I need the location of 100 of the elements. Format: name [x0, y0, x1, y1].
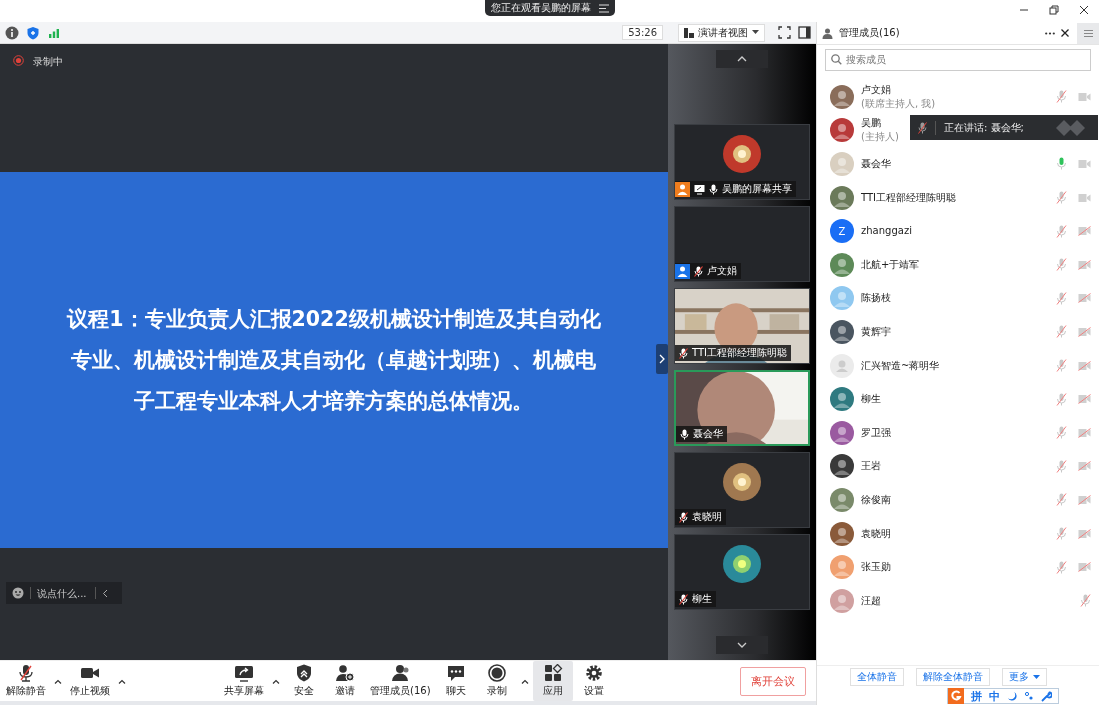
mute-control-button[interactable]: 全体静音	[850, 668, 904, 686]
muted-mic-icon[interactable]	[1080, 594, 1091, 608]
camera-off-icon[interactable]	[1078, 326, 1091, 337]
caret-icon[interactable]	[118, 678, 126, 684]
muted-mic-icon[interactable]	[1056, 191, 1067, 205]
camera-off-icon[interactable]	[1078, 494, 1091, 505]
search-field[interactable]: 搜索成员	[825, 48, 1091, 71]
collapse-handle-icon[interactable]	[656, 344, 668, 374]
punctuation-icon[interactable]	[1024, 691, 1034, 701]
muted-mic-icon[interactable]	[1056, 291, 1067, 305]
chat-input[interactable]: 说点什么...	[37, 587, 89, 599]
video-tile[interactable]: 聂会华	[674, 370, 810, 446]
leave-meeting-button[interactable]: 离开会议	[740, 666, 806, 696]
more-button[interactable]: 更多	[1002, 668, 1047, 686]
caret-icon	[1033, 675, 1040, 679]
caret-icon[interactable]	[520, 678, 529, 684]
menu-button[interactable]	[1077, 22, 1099, 44]
camera-off-icon[interactable]	[1078, 461, 1091, 472]
camera-off-icon[interactable]	[1078, 259, 1091, 270]
muted-mic-icon[interactable]	[1056, 560, 1067, 574]
scroll-down-button[interactable]	[716, 636, 768, 654]
record-icon	[486, 664, 507, 682]
participant-name: 卢文娟	[707, 264, 737, 278]
info-icon[interactable]	[5, 25, 19, 40]
member-name: 柳生	[861, 392, 881, 407]
side-panel-icon[interactable]	[798, 26, 811, 39]
video-tile[interactable]: 卢文娟	[674, 206, 810, 282]
person-icon	[822, 27, 833, 39]
mic-icon	[16, 664, 36, 682]
muted-mic-icon[interactable]	[1056, 459, 1067, 473]
security-button[interactable]: 安全	[284, 661, 324, 701]
camera-icon[interactable]	[1078, 159, 1091, 169]
chat-icon	[445, 664, 466, 682]
wrench-icon[interactable]	[1041, 690, 1052, 702]
member-name: 卢文娟	[861, 82, 892, 97]
caret-icon[interactable]	[54, 678, 62, 684]
muted-mic-icon[interactable]	[1056, 527, 1067, 540]
muted-mic-icon[interactable]	[1056, 90, 1067, 104]
ime-mode-label[interactable]: 拼	[971, 688, 982, 704]
slide-text: 议程1：专业负责人汇报2022级机械设计制造及其自动化 专业、机械设计制造及其自动化（卓越计划班）、机械电 子工程专业本科人才培养方案的总体情况。	[67, 305, 601, 415]
member-name: 聂会华	[861, 157, 891, 171]
participant-name: TTI工程部经理陈明聪	[692, 346, 787, 360]
muted-mic-icon[interactable]	[1056, 392, 1067, 406]
scroll-up-button[interactable]	[716, 50, 768, 68]
view-mode-dropdown[interactable]: 演讲者视图	[678, 23, 765, 42]
restore-icon[interactable]	[1049, 5, 1059, 15]
camera-off-icon[interactable]	[1078, 562, 1091, 573]
ime-mode-label[interactable]: 中	[989, 688, 1000, 704]
muted-mic-icon[interactable]	[1056, 224, 1067, 238]
member-name: 北航+于靖军	[861, 257, 920, 272]
close-icon[interactable]	[1061, 29, 1069, 37]
camera-button[interactable]: 停止视频	[66, 661, 114, 701]
record-button[interactable]: 录制	[476, 661, 517, 701]
member-name: 王岩	[861, 459, 881, 474]
camera-icon[interactable]	[1078, 192, 1091, 203]
video-tile[interactable]: 袁晓明	[674, 452, 810, 528]
settings-button[interactable]: 设置	[573, 661, 614, 701]
members-button[interactable]: 管理成员(16)	[366, 661, 435, 701]
chevron-left-icon[interactable]	[102, 588, 108, 598]
muted-mic-icon[interactable]	[1056, 325, 1067, 339]
share-button[interactable]: 共享屏幕	[220, 661, 268, 701]
muted-mic-icon[interactable]	[1056, 258, 1067, 272]
mute-control-button[interactable]: 解除全体静音	[916, 668, 990, 686]
member-name: zhanggazi	[861, 224, 912, 239]
muted-mic-icon[interactable]	[1056, 493, 1067, 507]
member-name: TTI工程部经理陈明聪	[861, 190, 956, 205]
camera-icon[interactable]	[1078, 91, 1091, 102]
emoji-icon[interactable]	[12, 587, 24, 599]
default-avatar-icon	[830, 353, 854, 378]
participant-name: 聂会华	[693, 427, 723, 441]
moon-icon[interactable]	[1007, 691, 1017, 701]
fullscreen-icon[interactable]	[778, 26, 791, 39]
muted-mic-icon[interactable]	[1056, 359, 1067, 373]
participant-name: 吴鹏的屏幕共享	[722, 182, 792, 196]
camera-off-icon[interactable]	[1078, 360, 1091, 371]
video-tile[interactable]: 吴鹏的屏幕共享	[674, 124, 810, 200]
member-name: 吴鹏	[861, 116, 882, 131]
banner-text: 您正在观看吴鹏的屏幕	[490, 1, 591, 15]
camera-off-icon[interactable]	[1078, 528, 1091, 539]
screen-share-banner[interactable]: 您正在观看吴鹏的屏幕	[484, 0, 615, 16]
camera-off-icon[interactable]	[1078, 394, 1091, 405]
chat-button[interactable]: 聊天	[435, 661, 476, 701]
caret-icon[interactable]	[272, 678, 280, 684]
video-tile[interactable]: 柳生	[674, 534, 810, 610]
muted-mic-icon[interactable]	[1056, 426, 1067, 440]
participant-name: 柳生	[692, 592, 712, 606]
close-icon[interactable]	[1079, 5, 1089, 15]
camera-off-icon[interactable]	[1078, 226, 1091, 237]
camera-off-icon[interactable]	[1078, 427, 1091, 438]
video-tile[interactable]: TTI工程部经理陈明聪	[674, 288, 810, 364]
invite-button[interactable]: 邀请	[325, 661, 365, 701]
camera-off-icon[interactable]	[1078, 293, 1091, 304]
mic-icon[interactable]	[1056, 157, 1067, 171]
more-icon[interactable]	[1045, 31, 1055, 35]
shield-icon[interactable]	[26, 25, 40, 40]
share-icon	[234, 664, 254, 682]
member-name: 汪超	[861, 593, 881, 608]
apps-button[interactable]: 应用	[532, 661, 573, 701]
mic-button[interactable]: 解除静音	[2, 661, 50, 701]
recording-icon	[13, 55, 24, 66]
